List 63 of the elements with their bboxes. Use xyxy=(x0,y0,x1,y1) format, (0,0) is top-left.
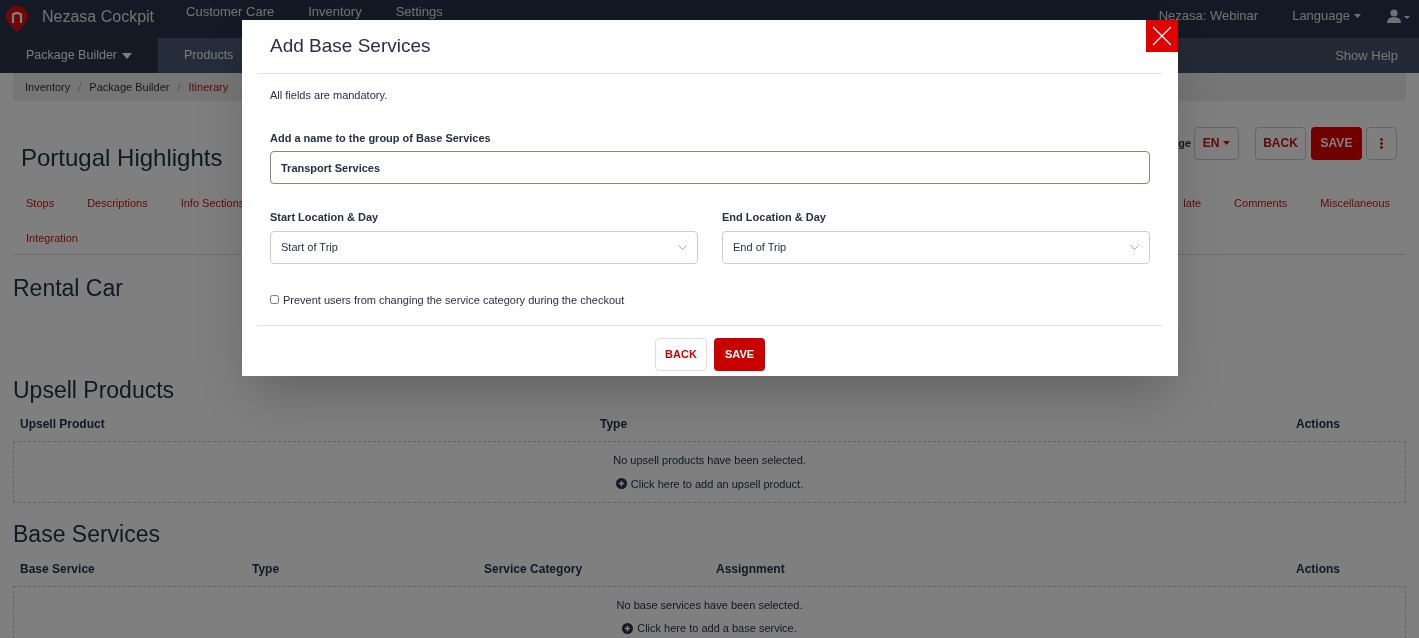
column-header: Assignment xyxy=(716,560,786,578)
close-icon xyxy=(1152,26,1172,46)
column-header: Actions xyxy=(1296,416,1341,433)
language-menu[interactable]: Language xyxy=(1292,6,1361,26)
kebab-icon xyxy=(1380,137,1383,149)
add-link[interactable]: Click here to add an upsell product. xyxy=(615,475,804,492)
nav-link[interactable]: Inventory xyxy=(308,5,362,19)
plus-circle-icon xyxy=(622,622,634,634)
language-dropdown[interactable]: EN xyxy=(1194,126,1239,160)
language-label: ge xyxy=(1178,135,1191,151)
back-button[interactable]: BACK xyxy=(655,338,707,371)
chevron-down-icon xyxy=(678,244,687,250)
close-button[interactable] xyxy=(1146,20,1178,52)
column-header: Type xyxy=(600,416,629,433)
field-label: Add a name to the group of Base Services xyxy=(270,130,492,146)
section-heading: Upsell Products xyxy=(13,375,175,405)
help-link[interactable]: Show Help xyxy=(1335,45,1398,66)
add-link[interactable]: Click here to add a base service. xyxy=(622,620,797,637)
section-heading: Rental Car xyxy=(13,274,123,303)
nav-link[interactable]: Settings xyxy=(395,5,443,19)
mandatory-note: All fields are mandatory. xyxy=(270,88,389,103)
back-button[interactable]: BACK xyxy=(1255,126,1306,160)
location-select[interactable]: End of Trip xyxy=(722,230,1150,264)
save-button[interactable]: SAVE xyxy=(1311,126,1362,160)
account-link[interactable]: Nezasa: Webinar xyxy=(1158,6,1259,26)
checkbox-label: Prevent users from changing the service category during the checkout xyxy=(283,292,625,308)
empty-message: No base services have been selected. xyxy=(616,597,803,613)
column-header: Upsell Product xyxy=(20,416,106,433)
checkbox[interactable] xyxy=(270,295,279,305)
caret-icon xyxy=(1354,14,1361,18)
save-button[interactable]: SAVE xyxy=(714,338,765,371)
column-header: Actions xyxy=(1296,560,1341,578)
breadcrumb-item[interactable]: Itinerary xyxy=(188,78,229,96)
section-heading: Base Services xyxy=(13,520,160,549)
subnav-tab[interactable]: Package Builder xyxy=(0,38,159,73)
section-tab[interactable]: Info Sections xyxy=(180,195,245,212)
field-label: Start Location & Day xyxy=(270,210,380,225)
group-name-input[interactable]: Transport Services xyxy=(270,151,1150,184)
modal-title: Add Base Services xyxy=(269,34,432,59)
chevron-down-icon xyxy=(1130,244,1139,250)
section-tab[interactable]: Stops xyxy=(26,195,55,212)
plus-circle-icon xyxy=(615,478,627,490)
breadcrumb-separator: / xyxy=(177,79,181,95)
section-tab[interactable]: Descriptions xyxy=(87,195,148,212)
nav-link[interactable]: Customer Care xyxy=(186,5,275,19)
brand-name: Nezasa Cockpit xyxy=(42,7,155,27)
column-header: Type xyxy=(252,560,281,578)
column-header: Service Category xyxy=(484,560,584,578)
user-icon[interactable] xyxy=(1387,9,1411,23)
section-tab[interactable]: late xyxy=(1183,195,1202,212)
section-tab[interactable]: Integration xyxy=(26,229,78,246)
column-header: Base Service xyxy=(20,560,96,578)
breadcrumb-separator: / xyxy=(78,79,82,95)
section-tab[interactable]: Comments xyxy=(1234,195,1288,212)
breadcrumb-item[interactable]: Inventory xyxy=(25,78,71,96)
caret-icon xyxy=(1223,141,1231,145)
field-label: End Location & Day xyxy=(722,210,827,225)
location-select[interactable]: Start of Trip xyxy=(270,230,698,264)
pin-logo-icon xyxy=(6,6,28,32)
page-title: Portugal Highlights xyxy=(21,143,223,173)
section-tab[interactable]: Miscellaneous xyxy=(1320,195,1390,212)
empty-message: No upsell products have been selected. xyxy=(613,453,806,468)
breadcrumb-item[interactable]: Package Builder xyxy=(89,78,170,96)
